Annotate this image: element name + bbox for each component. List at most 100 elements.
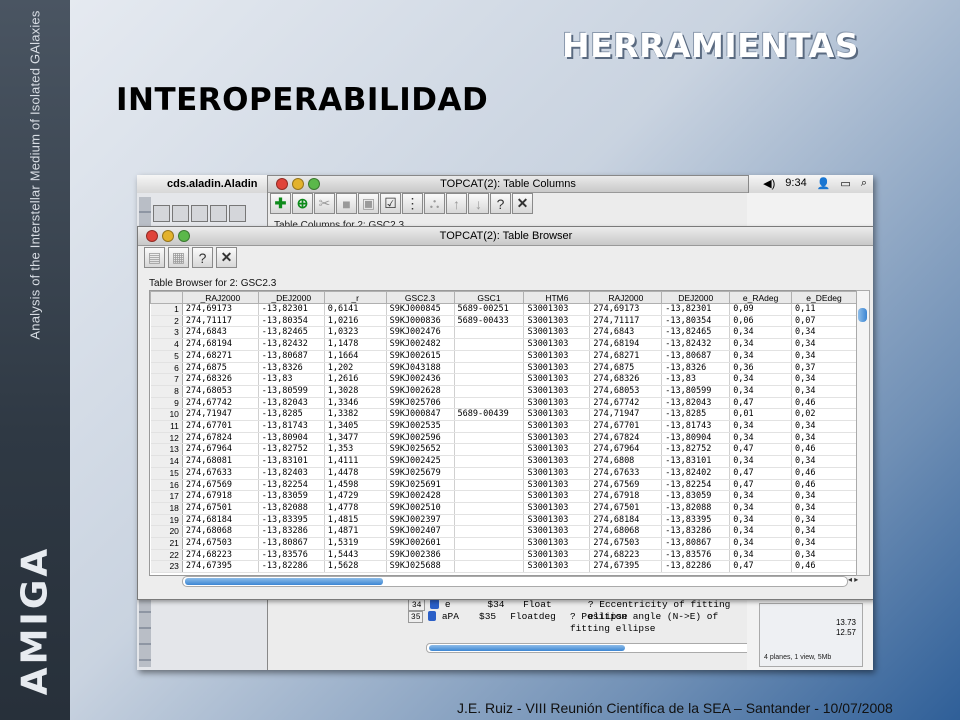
table-cell[interactable]: -13,82752 (661, 443, 731, 457)
table-cell[interactable]: 1,5319 (324, 537, 387, 550)
table-cell[interactable]: 274,67824 (182, 432, 259, 445)
column-header[interactable] (150, 291, 183, 304)
browser-window-titlebar[interactable]: TOPCAT(2): Table Browser (138, 227, 873, 246)
table-cell[interactable]: 0,01 (729, 408, 793, 422)
table-cell[interactable]: 274,68271 (182, 350, 259, 363)
table-cell[interactable]: -13,80904 (258, 432, 325, 445)
table-cell[interactable]: S9KJ002436 (386, 373, 455, 386)
scrollbar-thumb[interactable] (185, 578, 383, 585)
table-cell[interactable]: 1,4871 (324, 525, 387, 539)
table-cell[interactable]: S3001303 (523, 315, 591, 328)
help-icon[interactable]: ? (490, 193, 511, 214)
zoom-window-icon[interactable] (178, 230, 190, 242)
table-cell[interactable]: S3001303 (523, 514, 591, 527)
table-cell[interactable]: -13,82254 (258, 479, 325, 492)
table-cell[interactable]: 274,67964 (182, 443, 259, 457)
table-cell[interactable]: 274,6875 (589, 362, 663, 375)
table-cell[interactable]: S9KJ002476 (386, 326, 455, 340)
table-row[interactable]: 4 274,68194 -13,82432 1,1478 S9KJ002482 S3001… (150, 338, 857, 351)
table-cell[interactable]: -13,80867 (258, 537, 325, 550)
close-icon[interactable]: ✕ (216, 247, 237, 268)
table-vertical-scrollbar[interactable] (856, 290, 870, 576)
column-header[interactable]: HTM6 (523, 291, 591, 304)
table-cell[interactable]: S3001303 (523, 432, 591, 445)
table-cell[interactable]: S9KJ002397 (386, 514, 455, 527)
table-cell[interactable]: 0,34 (791, 490, 857, 503)
table-cell[interactable]: 0,46 (791, 467, 857, 480)
table-cell[interactable]: -13,80599 (258, 385, 325, 398)
table-cell[interactable]: -13,82301 (258, 303, 325, 316)
table-cell[interactable]: -13,80354 (661, 315, 731, 328)
table-cell[interactable]: -13,83059 (661, 490, 731, 503)
table-cell[interactable]: 274,67569 (589, 479, 663, 492)
table-cell[interactable]: -13,82301 (661, 303, 731, 316)
table-cell[interactable]: 0,02 (791, 408, 857, 422)
table-row[interactable]: 8 274,68053 -13,80599 1,3028 S9KJ002628 S3001… (150, 385, 857, 398)
table-cell[interactable]: -13,81743 (661, 420, 731, 433)
table-cell[interactable] (454, 560, 525, 574)
table-cell[interactable]: 0,09 (729, 303, 793, 316)
help-icon[interactable]: ? (192, 247, 213, 268)
table-cell[interactable]: 274,68053 (182, 385, 259, 398)
table-cell[interactable]: 0,6141 (324, 303, 387, 316)
row-index[interactable]: 9 (150, 397, 183, 410)
table-cell[interactable]: -13,82088 (661, 502, 731, 515)
table-cell[interactable]: 0,34 (791, 432, 857, 445)
table-row[interactable]: 11 274,67701 -13,81743 1,3405 S9KJ002535 S300… (150, 420, 857, 433)
table-horizontal-scrollbar[interactable] (182, 576, 848, 587)
table-cell[interactable]: 274,67501 (589, 502, 663, 515)
table-cell[interactable]: -13,80867 (661, 537, 731, 550)
aladin-grid-icon[interactable] (229, 205, 246, 222)
table-cell[interactable] (454, 432, 525, 445)
columns-window-titlebar[interactable]: TOPCAT(2): Table Columns (268, 176, 748, 193)
table-cell[interactable]: -13,80687 (258, 350, 325, 363)
table-cell[interactable]: -13,82432 (661, 338, 731, 351)
table-cell[interactable]: 0,47 (729, 560, 793, 574)
table-cell[interactable]: -13,83395 (661, 514, 731, 527)
table-cell[interactable]: 0,36 (729, 362, 793, 375)
table-cell[interactable]: -13,82043 (258, 397, 325, 410)
table-cell[interactable]: 274,67701 (589, 420, 663, 433)
table-cell[interactable]: 274,67395 (182, 560, 259, 574)
table-cell[interactable]: -13,82088 (258, 502, 325, 515)
table-cell[interactable]: 0,34 (791, 455, 857, 468)
table-cell[interactable]: -13,8285 (258, 408, 325, 422)
table-cell[interactable]: 0,34 (729, 350, 793, 363)
table-cell[interactable]: 274,67701 (182, 420, 259, 433)
table-cell[interactable]: -13,80687 (661, 350, 731, 363)
table-cell[interactable]: S3001303 (523, 443, 591, 457)
table-cell[interactable] (454, 525, 525, 539)
table-cell[interactable]: S3001303 (523, 560, 591, 574)
table-cell[interactable]: 274,67742 (182, 397, 259, 410)
table-cell[interactable]: S9KJ002428 (386, 490, 455, 503)
table-cell[interactable]: 274,71117 (589, 315, 663, 328)
table-cell[interactable]: -13,83 (661, 373, 731, 386)
table-cell[interactable]: 0,46 (791, 560, 857, 574)
table-cell[interactable]: S3001303 (523, 326, 591, 340)
table-cell[interactable]: 0,47 (729, 479, 793, 492)
sort-column-icon[interactable]: ⛬ (424, 193, 445, 214)
table-cell[interactable]: 274,68068 (182, 525, 259, 539)
table-row[interactable]: 20 274,68068 -13,83286 1,4871 S9KJ002407 S300… (150, 525, 857, 539)
table-cell[interactable]: 0,46 (791, 443, 857, 457)
table-cell[interactable]: -13,80354 (258, 315, 325, 328)
table-cell[interactable]: -13,83576 (258, 549, 325, 562)
table-cell[interactable]: -13,82043 (661, 397, 731, 410)
table-cell[interactable]: -13,80599 (661, 385, 731, 398)
table-cell[interactable]: S3001303 (523, 525, 591, 539)
table-row[interactable]: 14 274,68081 -13,83101 1,4111 S9KJ002425 S300… (150, 455, 857, 468)
table-cell[interactable]: S3001303 (523, 420, 591, 433)
table-cell[interactable]: 0,34 (729, 385, 793, 398)
table-cell[interactable]: 274,67824 (589, 432, 663, 445)
table-cell[interactable]: 1,353 (324, 443, 387, 457)
row-index[interactable]: 21 (150, 537, 183, 550)
table-cell[interactable]: 274,68068 (589, 525, 663, 539)
close-window-icon[interactable] (276, 178, 288, 190)
column-checkbox-icon[interactable]: ☑ (380, 193, 401, 214)
close-icon[interactable]: ✕ (512, 193, 533, 214)
aladin-table-icon[interactable] (210, 205, 227, 222)
table-cell[interactable]: -13,83286 (661, 525, 731, 539)
table-cell[interactable]: 274,68271 (589, 350, 663, 363)
table-cell[interactable]: 0,34 (729, 338, 793, 351)
row-index[interactable]: 7 (150, 373, 183, 386)
